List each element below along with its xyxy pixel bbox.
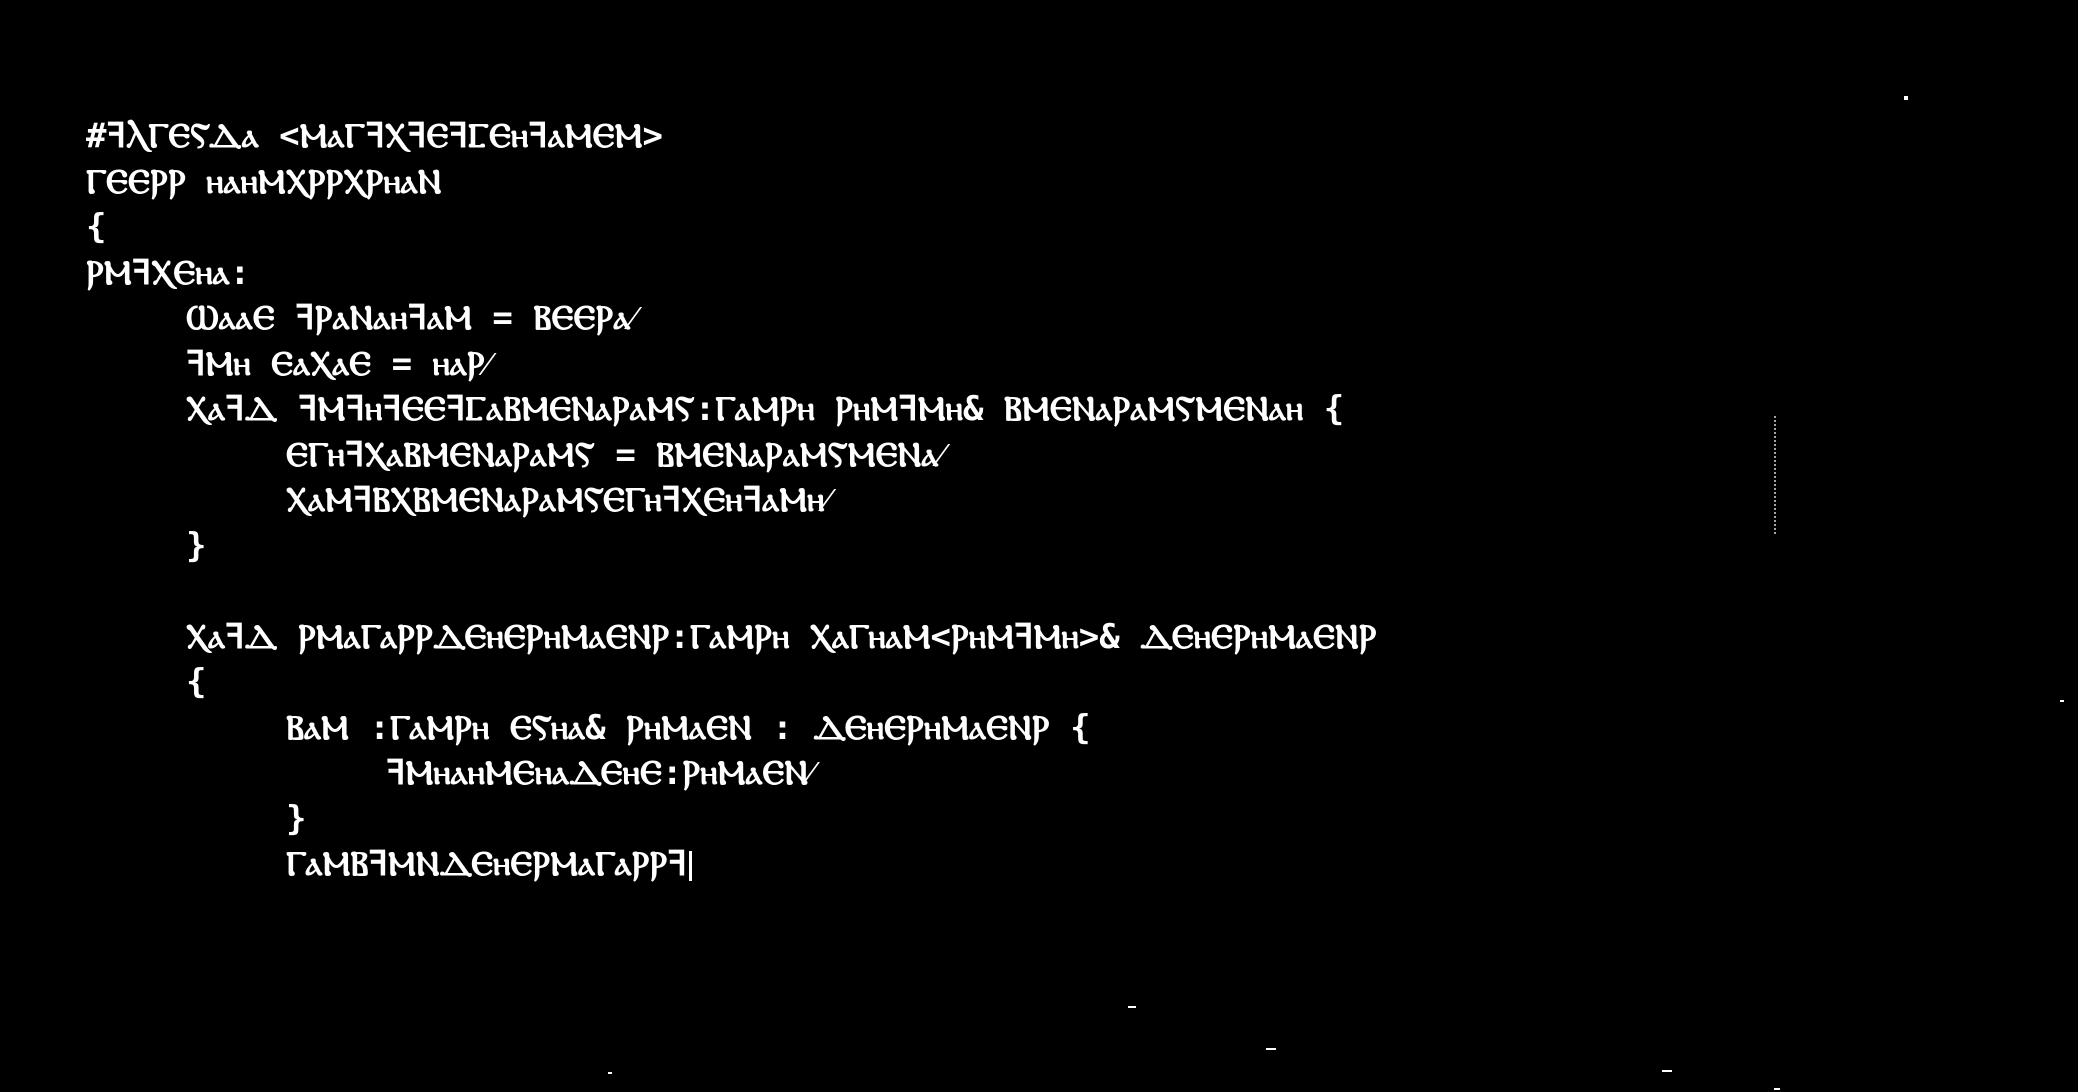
code-editor-screen: #ꟻⲖⲄⲈⲊⲆⲁ <ⲘⲁⲄꟻⲬꟻⲈꟻⳞⲈⲏꟻⲁⲘⲈⲘ> ⲄⲈⲈⲢⲢ ⲏⲁⲏⲘⲬⲢ… bbox=[0, 0, 2078, 1092]
screen-speck bbox=[2060, 700, 2064, 702]
code-line-12: ⲬⲁꟻⲆ ⲢⲘⲁⲄⲁⲢⲢⲆⲈⲏⲈⲢⲏⲘⲁⲈⲚⲢ:ⲄⲁⲘⲢⲏ ⲬⲁⲄⲏⲁⲘ<ⲢⲏⲘ… bbox=[186, 616, 1377, 657]
code-line-10: } bbox=[186, 525, 207, 566]
screen-speck bbox=[1128, 1006, 1136, 1008]
code-line-5: ⲰⲁⲁⲈ ꟻⲢⲁⲚⲁⲏꟻⲁⲘ = ⲂⲈⲈⲢⲁ⁄ bbox=[186, 298, 636, 338]
code-line-4: ⲢⲘꟻⲬⲈⲏⲁ: bbox=[86, 252, 251, 293]
code-editor[interactable]: #ꟻⲖⲄⲈⲊⲆⲁ <ⲘⲁⲄꟻⲬꟻⲈꟻⳞⲈⲏꟻⲁⲘⲈⲘ> ⲄⲈⲈⲢⲢ ⲏⲁⲏⲘⲬⲢ… bbox=[86, 114, 1886, 914]
code-line-6: ꟻⲘⲏ ⲈⲁⲬⲁⲈ = ⲏⲁⲢ⁄ bbox=[186, 343, 491, 384]
code-line-17-text: ⲄⲁⲘⲂꟻⲘⲚⲆⲈⲏⲈⲢⲘⲁⲄⲁⲢⲢꟻ bbox=[286, 844, 687, 884]
code-line-3: { bbox=[86, 207, 107, 247]
code-line-16: } bbox=[286, 798, 307, 839]
code-line-9: ⲬⲁⲘꟻⲂⲬⲂⲘⲈⲚⲁⲢⲁⲘⲊⲈⲄⲏꟻⲬⲈⲏꟻⲁⲘⲏ⁄ bbox=[286, 480, 831, 520]
code-line-7: ⲬⲁꟻⲆ ꟻⲘꟻⲏꟻⲈⲈꟻⳞⲁⲂⲘⲈⲚⲁⲢⲁⲘⲊ:ⲄⲁⲘⲢⲏ ⲢⲏⲘꟻⲘⲏ& Ⲃ… bbox=[186, 389, 1345, 429]
code-line-15: ꟻⲘⲏⲁⲏⲘⲈⲏⲁⲆⲈⲏⲈ:ⲢⲏⲘⲁⲈⲚ⁄ bbox=[386, 753, 814, 793]
code-line-2: ⲄⲈⲈⲢⲢ ⲏⲁⲏⲘⲬⲢⲢⲬⲢⲏⲁⲚ bbox=[86, 161, 442, 202]
code-line-14: ⲂⲁⲘ :ⲄⲁⲘⲢⲏ ⲈⲊⲏⲁ& ⲢⲏⲘⲁⲈⲚ : ⲆⲈⲏⲈⲢⲏⲘⲁⲈⲚⲢ { bbox=[286, 707, 1091, 748]
screen-speck bbox=[608, 1072, 612, 1074]
text-cursor bbox=[688, 850, 692, 881]
code-line-17-current[interactable]: ⲄⲁⲘⲂꟻⲘⲚⲆⲈⲏⲈⲢⲘⲁⲄⲁⲢⲢꟻ bbox=[86, 842, 1886, 888]
code-line-8: ⲈⲄⲏꟻⲬⲁⲂⲘⲈⲚⲁⲢⲁⲘⲊ = ⲂⲘⲈⲚⲁⲢⲁⲘⲊⲘⲈⲚⲁ⁄ bbox=[286, 434, 945, 475]
code-line-1: #ꟻⲖⲄⲈⲊⲆⲁ <ⲘⲁⲄꟻⲬꟻⲈꟻⳞⲈⲏꟻⲁⲘⲈⲘ> bbox=[86, 116, 663, 156]
scroll-indicator[interactable] bbox=[1774, 416, 1779, 534]
screen-speck bbox=[1774, 1088, 1780, 1090]
screen-speck bbox=[1662, 1070, 1672, 1072]
code-line-13: { bbox=[186, 662, 207, 702]
screen-speck bbox=[1904, 96, 1908, 100]
screen-speck bbox=[1266, 1048, 1276, 1050]
